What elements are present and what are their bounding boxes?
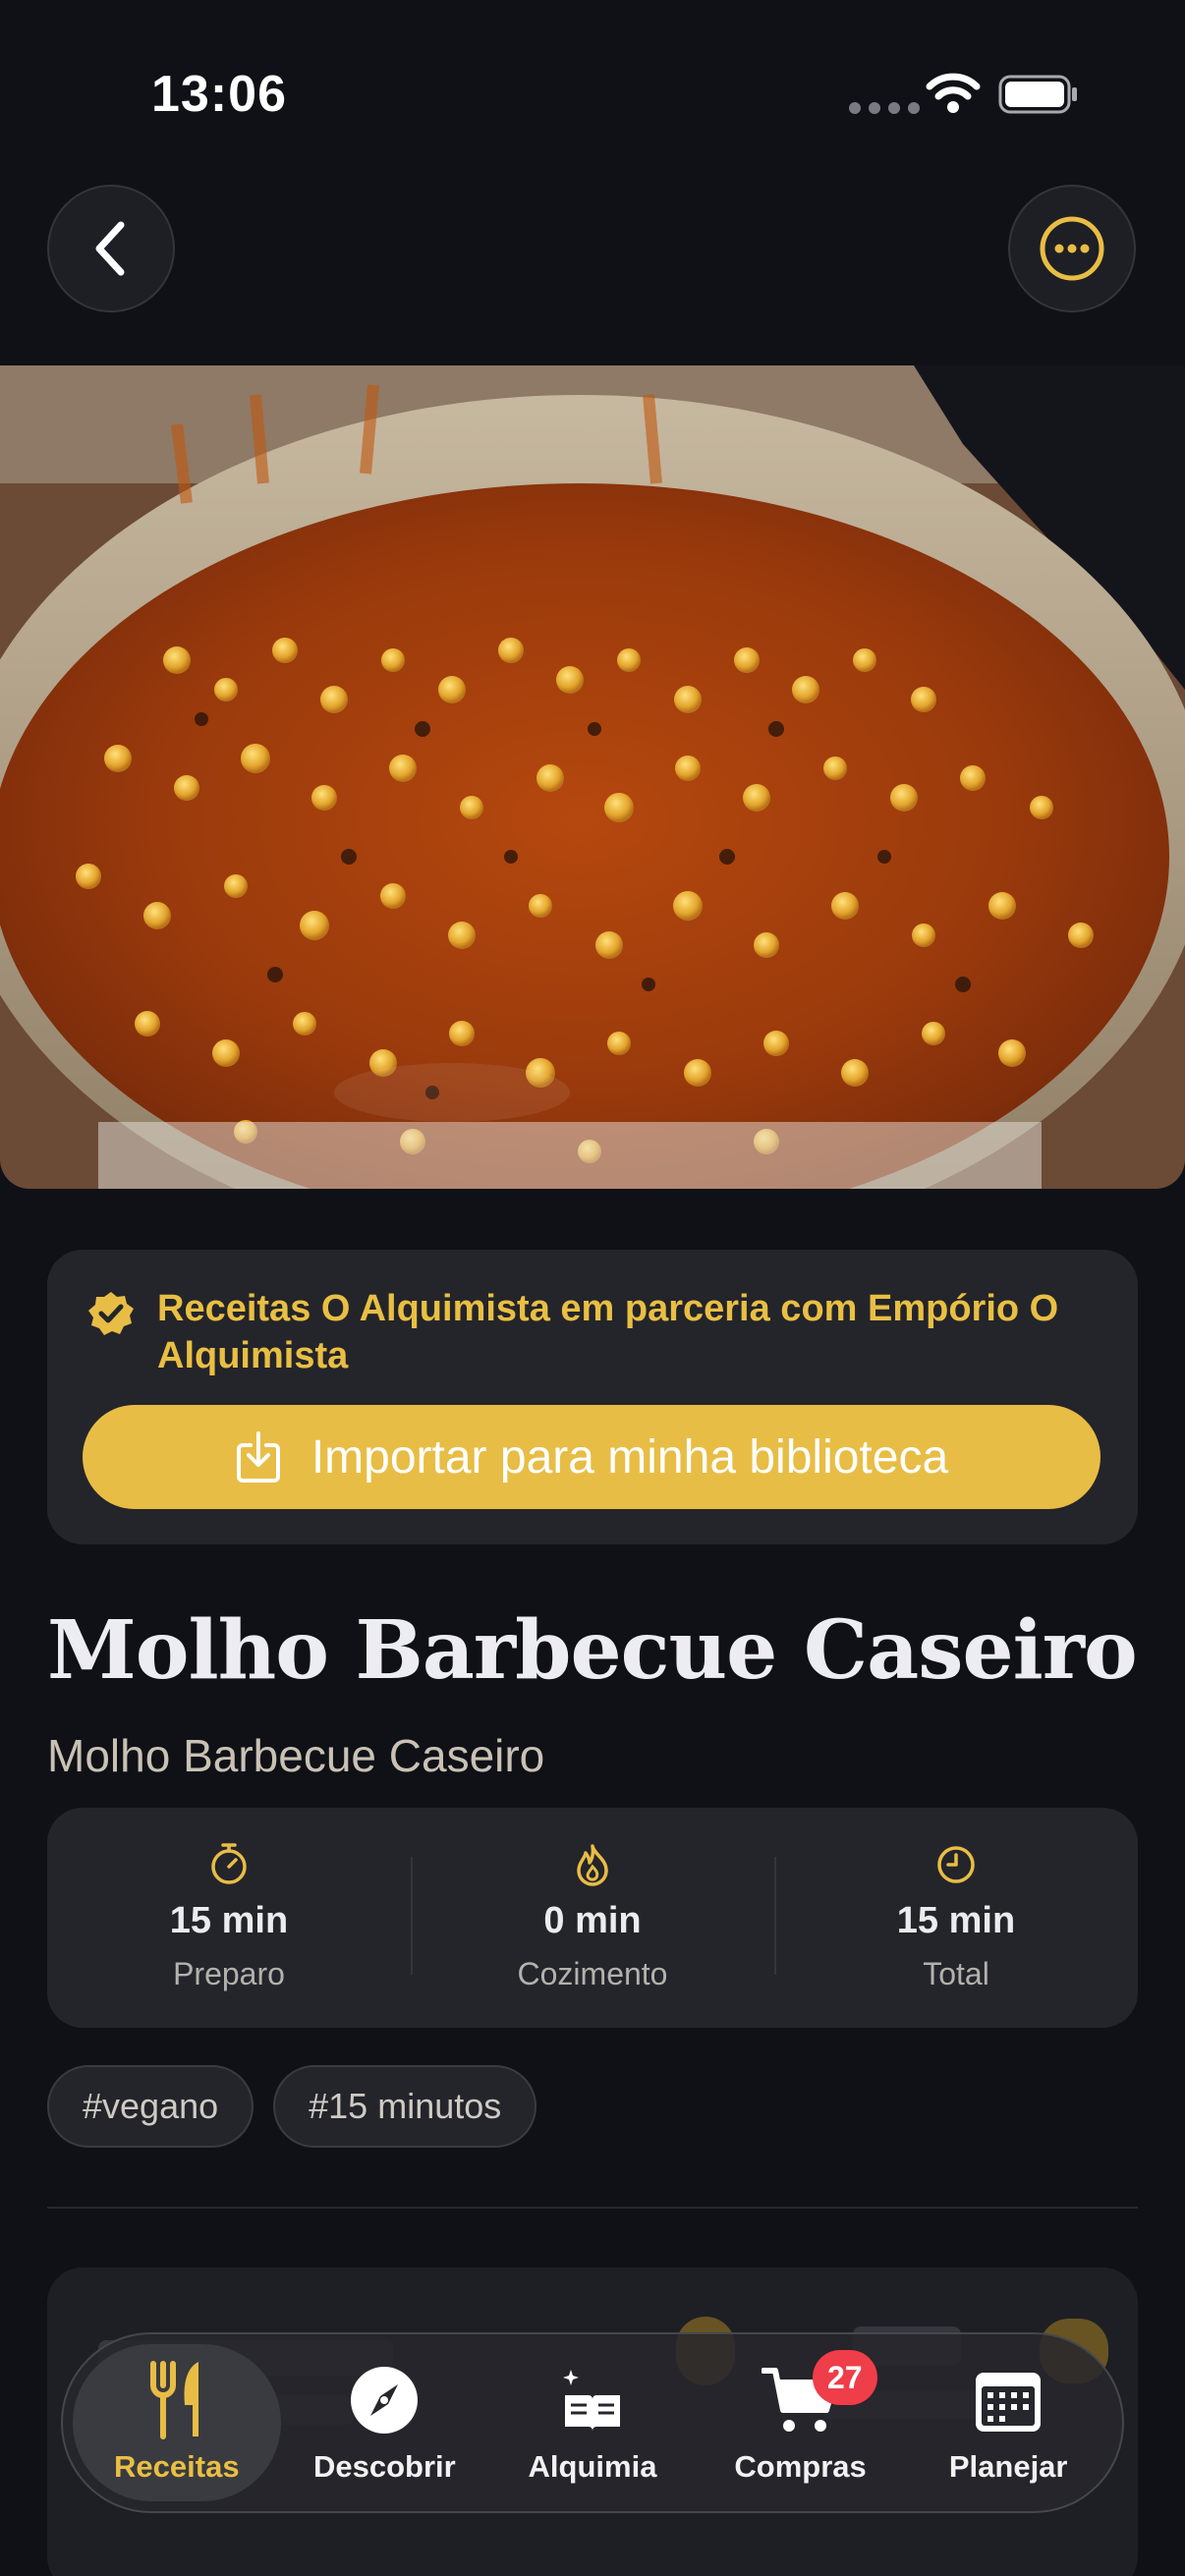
cellular-signal-icon: [849, 102, 920, 114]
magic-book-icon: [562, 2370, 620, 2431]
total-time-label: Total: [923, 1956, 989, 1991]
times-card: 15 min Preparo 0 min Cozimento 15 min To…: [47, 1808, 1138, 2028]
compass-icon: [351, 2367, 419, 2434]
cook-time: 0 min Cozimento: [411, 1808, 774, 2028]
tab-label-receitas: Receitas: [114, 2449, 240, 2484]
tab-label-alquimia: Alquimia: [528, 2449, 657, 2484]
status-time: 13:06: [151, 66, 287, 123]
verified-badge-icon: [88, 1292, 134, 1335]
partner-card: Receitas O Alquimista em parceria com Em…: [47, 1250, 1138, 1544]
tab-compras[interactable]: 27 Compras: [697, 2344, 905, 2501]
import-button[interactable]: Importar para minha biblioteca: [83, 1405, 1100, 1509]
tab-label-compras: Compras: [734, 2449, 867, 2484]
partner-text: Receitas O Alquimista em parceria com Em…: [157, 1288, 1059, 1376]
divider: [47, 2207, 1138, 2209]
chevron-left-icon: [95, 221, 125, 276]
flame-icon: [577, 1844, 608, 1886]
cook-time-value: 0 min: [543, 1900, 642, 1941]
timer-icon: [211, 1843, 247, 1884]
tab-alquimia[interactable]: Alquimia: [488, 2344, 697, 2501]
back-button[interactable]: [47, 185, 175, 312]
cart-count-badge: 27: [812, 2350, 877, 2405]
tab-label-planejar: Planejar: [948, 2449, 1068, 2484]
tag-vegano[interactable]: #vegano: [47, 2065, 254, 2148]
tag-list: #vegano #15 minutos: [47, 2065, 537, 2148]
recipe-subtitle: Molho Barbecue Caseiro: [47, 1730, 545, 1781]
fork-knife-icon: [149, 2361, 198, 2439]
tab-receitas[interactable]: Receitas: [73, 2344, 281, 2501]
import-download-icon: [236, 1431, 280, 1483]
total-time-value: 15 min: [896, 1900, 1016, 1941]
prep-time: 15 min Preparo: [47, 1808, 411, 2028]
tab-descobrir[interactable]: Descobrir: [281, 2344, 489, 2501]
total-time: 15 min Total: [774, 1808, 1138, 2028]
tag-15-minutos[interactable]: #15 minutos: [273, 2065, 537, 2148]
ellipsis-circle-icon: [1040, 216, 1104, 281]
tab-bar: Receitas Descobrir Alquimia 27 Compras P…: [61, 2332, 1124, 2513]
wifi-icon: [926, 73, 981, 113]
import-button-label: Importar para minha biblioteca: [310, 1430, 949, 1484]
more-options-button[interactable]: [1008, 185, 1136, 312]
prep-time-value: 15 min: [169, 1900, 289, 1941]
cook-time-label: Cozimento: [517, 1956, 668, 1991]
tab-label-descobrir: Descobrir: [313, 2449, 456, 2484]
clock-icon: [937, 1846, 975, 1883]
recipe-title: Molho Barbecue Caseiro: [47, 1603, 1138, 1698]
prep-time-label: Preparo: [173, 1956, 285, 1991]
recipe-photo: [0, 365, 1185, 1189]
calendar-icon: [976, 2373, 1042, 2432]
battery-icon: [998, 75, 1077, 114]
tab-planejar[interactable]: Planejar: [904, 2344, 1112, 2501]
